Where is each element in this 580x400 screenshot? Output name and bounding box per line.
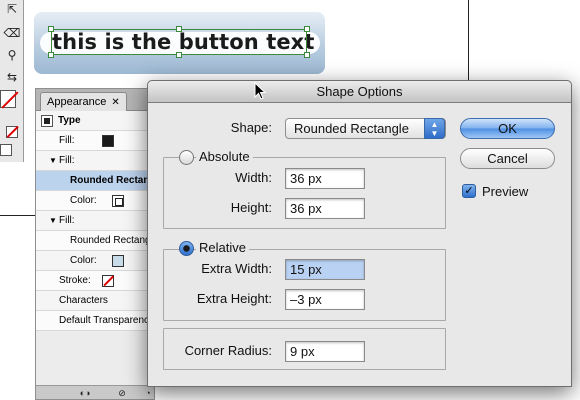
row-label: Default Transparency bbox=[59, 315, 155, 326]
appearance-row-fill[interactable]: Fill: bbox=[36, 131, 156, 151]
appearance-row-stroke[interactable]: Stroke: bbox=[36, 271, 156, 291]
direct-select-tool-icon[interactable]: ⇱ bbox=[2, 0, 22, 18]
shape-options-dialog: Shape Options Shape: Rounded Rectangle ▲… bbox=[147, 80, 572, 387]
artboard-edge bbox=[0, 215, 38, 216]
row-label: Fill: bbox=[59, 215, 75, 226]
appearance-row-color[interactable]: Color: bbox=[36, 251, 156, 271]
type-icon bbox=[41, 115, 53, 127]
row-label: Fill: bbox=[59, 135, 75, 146]
shape-label: Shape: bbox=[230, 120, 272, 135]
appearance-row-color[interactable]: Color: bbox=[36, 191, 156, 211]
close-icon[interactable]: ✕ bbox=[111, 97, 119, 108]
row-label: Type bbox=[58, 115, 81, 126]
panel-tab-bar: Appearance ✕ bbox=[36, 89, 154, 111]
extra-width-field[interactable]: 15 px bbox=[285, 259, 365, 280]
corner-radius-label: Corner Radius: bbox=[184, 343, 272, 358]
absolute-label: Absolute bbox=[196, 149, 253, 164]
row-label: Rounded Rectangl bbox=[70, 235, 153, 246]
selection-handle[interactable] bbox=[48, 26, 54, 32]
relative-radio[interactable] bbox=[179, 241, 194, 256]
tab-appearance[interactable]: Appearance ✕ bbox=[40, 92, 127, 111]
row-label: Rounded Rectang bbox=[70, 175, 156, 186]
select-arrows-icon: ▲ ▼ bbox=[424, 118, 445, 139]
disclosure-triangle-icon[interactable]: ▼ bbox=[49, 151, 57, 170]
stroke-none-icon[interactable] bbox=[102, 275, 114, 287]
appearance-panel: Appearance ✕ Type Fill: ▼ Fill: Rounded R… bbox=[35, 88, 156, 400]
extra-width-label: Extra Width: bbox=[201, 261, 272, 276]
draw-mode-icon[interactable] bbox=[0, 144, 12, 156]
color-swatch-icon[interactable] bbox=[112, 195, 124, 207]
height-field[interactable]: 36 px bbox=[285, 198, 365, 219]
fill-swatch-icon[interactable] bbox=[102, 135, 114, 147]
mouse-pointer-icon bbox=[254, 82, 266, 100]
preview-checkbox[interactable]: ✓ bbox=[462, 184, 476, 198]
tools-panel: ⇱ ⌫ ⚲ ⇆ bbox=[0, 0, 24, 162]
row-label: Color: bbox=[70, 255, 97, 266]
disclosure-triangle-icon[interactable]: ▼ bbox=[49, 211, 57, 230]
appearance-row-transparency[interactable]: Default Transparency bbox=[36, 311, 156, 331]
cancel-button[interactable]: Cancel bbox=[460, 148, 555, 169]
toggle-view-icon[interactable]: ◐◑ bbox=[74, 387, 96, 399]
swap-colors-icon[interactable]: ⇆ bbox=[2, 68, 22, 86]
row-label: Stroke: bbox=[59, 275, 91, 286]
artboard-edge bbox=[468, 0, 469, 88]
appearance-row-effect[interactable]: Rounded Rectangl bbox=[36, 231, 156, 251]
appearance-row-effect[interactable]: Rounded Rectang bbox=[36, 171, 156, 191]
row-label: Color: bbox=[70, 195, 97, 206]
selection-handle[interactable] bbox=[304, 26, 310, 32]
selection-handle[interactable] bbox=[176, 26, 182, 32]
extra-height-label: Extra Height: bbox=[196, 291, 272, 306]
extra-height-field[interactable]: –3 px bbox=[285, 289, 365, 310]
eraser-tool-icon[interactable]: ⌫ bbox=[2, 24, 22, 42]
relative-label: Relative bbox=[196, 240, 249, 255]
none-color-icon[interactable] bbox=[6, 126, 18, 138]
selection-handle[interactable] bbox=[176, 52, 182, 58]
dialog-title[interactable]: Shape Options bbox=[148, 81, 571, 103]
appearance-row-fill-group[interactable]: ▼ Fill: bbox=[36, 211, 156, 231]
panel-footer: ◐◑ ⊘ ◔ bbox=[36, 385, 154, 399]
absolute-radio[interactable] bbox=[179, 150, 194, 165]
preview-label[interactable]: Preview bbox=[482, 184, 528, 199]
selection-handle[interactable] bbox=[48, 52, 54, 58]
reduce-basic-icon[interactable]: ◔ bbox=[140, 387, 156, 399]
corner-radius-field[interactable]: 9 px bbox=[285, 341, 365, 362]
shape-select[interactable]: Rounded Rectangle ▲ ▼ bbox=[285, 118, 446, 139]
color-swatch-icon[interactable] bbox=[112, 255, 124, 267]
row-label: Characters bbox=[59, 295, 108, 306]
tab-label: Appearance bbox=[47, 96, 107, 108]
appearance-row-characters[interactable]: Characters bbox=[36, 291, 156, 311]
height-label: Height: bbox=[230, 200, 272, 215]
clear-appearance-icon[interactable]: ⊘ bbox=[116, 387, 128, 399]
width-label: Width: bbox=[235, 170, 272, 185]
row-label: Fill: bbox=[59, 155, 75, 166]
appearance-row-type[interactable]: Type bbox=[36, 111, 156, 131]
width-field[interactable]: 36 px bbox=[285, 168, 365, 189]
zoom-tool-icon[interactable]: ⚲ bbox=[2, 46, 22, 64]
ok-button[interactable]: OK bbox=[460, 118, 555, 139]
shape-select-value: Rounded Rectangle bbox=[294, 121, 409, 136]
fill-swatch-icon[interactable] bbox=[0, 90, 16, 108]
selection-handle[interactable] bbox=[304, 52, 310, 58]
appearance-row-fill-group[interactable]: ▼ Fill: bbox=[36, 151, 156, 171]
appearance-list: Type Fill: ▼ Fill: Rounded Rectang Color… bbox=[36, 111, 156, 399]
